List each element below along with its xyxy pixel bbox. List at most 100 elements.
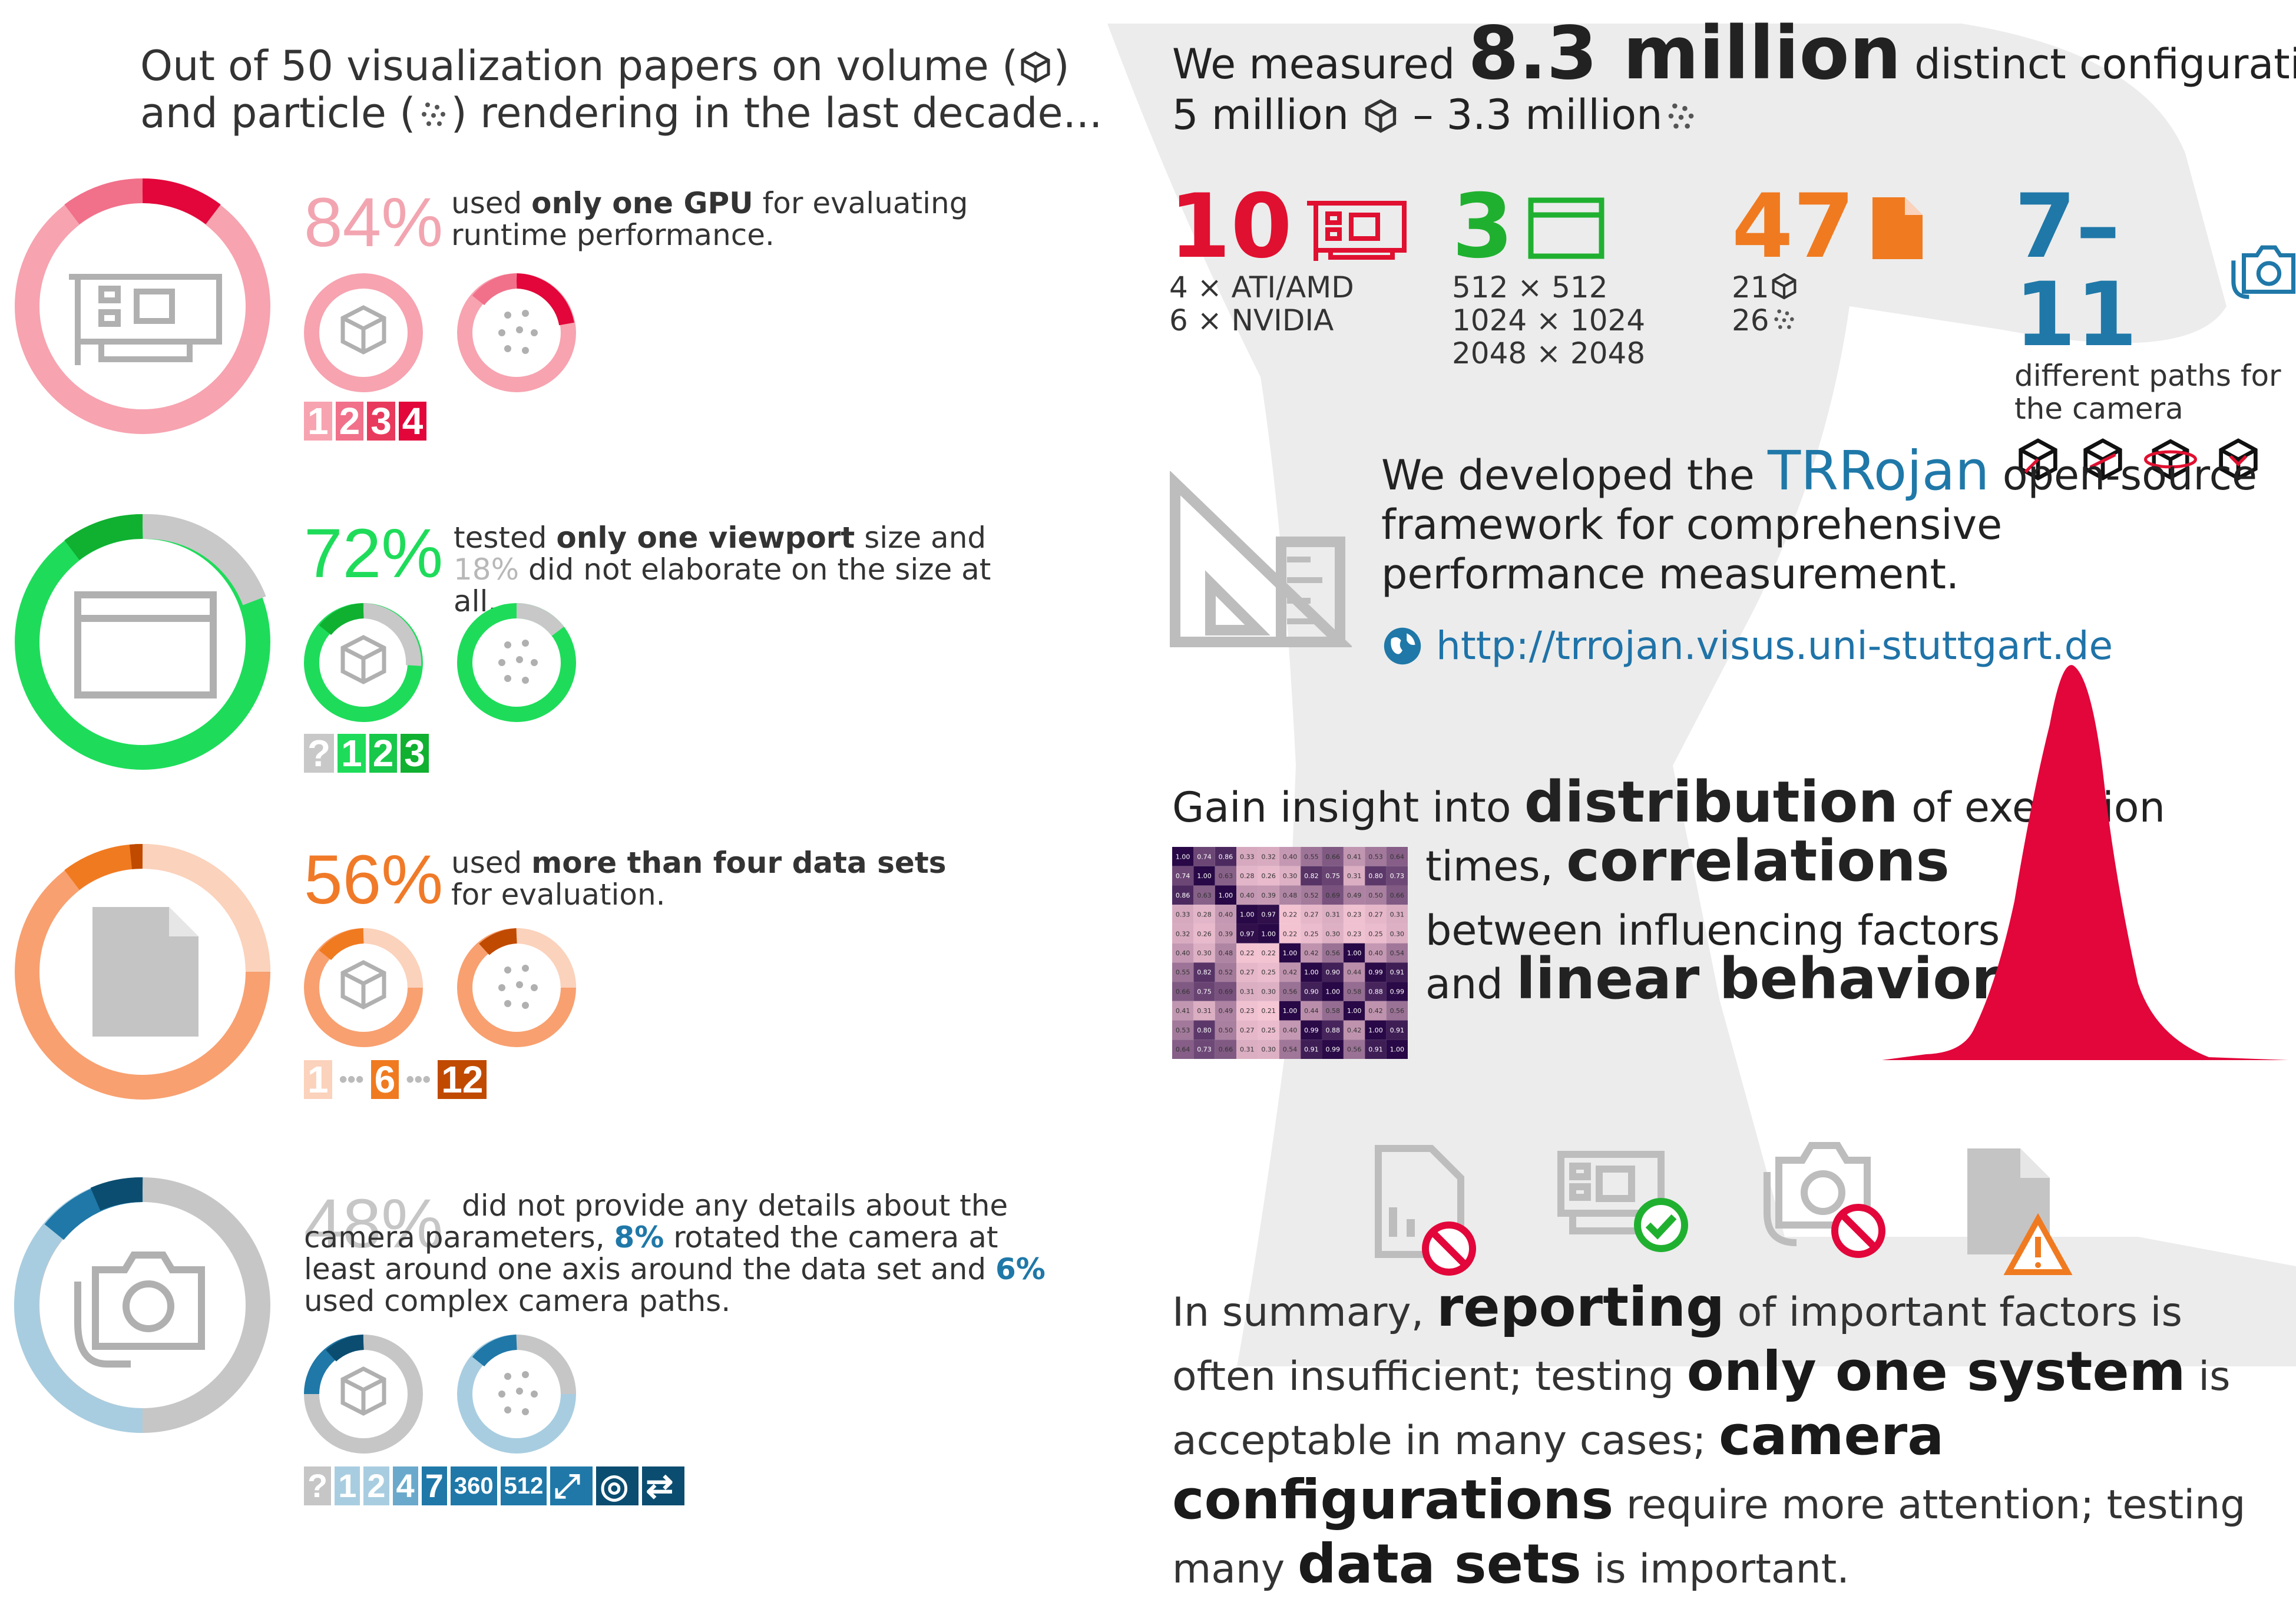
stat-datasets: 47 21 26	[1732, 183, 1926, 337]
heatmap-value: 0.27	[1240, 969, 1255, 976]
heatmap-value: 0.58	[1325, 1007, 1340, 1015]
trrojan-name: TRRojan	[1768, 439, 1990, 502]
datasets-volume-ring	[302, 926, 425, 1052]
heatmap-value: 0.22	[1283, 911, 1298, 919]
heatmap-value: 0.41	[1347, 853, 1362, 860]
heatmap-value: 0.49	[1219, 1007, 1233, 1015]
heatmap-value: 0.55	[1304, 853, 1319, 860]
count-label: 2	[369, 734, 398, 773]
document-icon	[92, 907, 198, 1037]
heatmap-value: 0.97	[1261, 911, 1276, 919]
volume-cube-icon	[1772, 273, 1797, 300]
camera-icon	[2231, 245, 2296, 299]
stat-gpus: 10 4 × ATI/AMD 6 × NVIDIA	[1169, 183, 1410, 337]
summary-bold: only one system	[1686, 1340, 2186, 1403]
heatmap-value: 0.25	[1261, 969, 1276, 976]
heatmap-value: 0.66	[1176, 988, 1190, 995]
stat-camera: 7–11 different paths for the camera	[2014, 183, 2296, 483]
heatmap-value: 1.00	[1347, 1007, 1362, 1015]
summary-bold: data sets	[1297, 1532, 1582, 1595]
head-line2: 5 million	[1172, 91, 1362, 139]
heatmap-value: 0.86	[1176, 892, 1190, 899]
heatmap-value: 0.97	[1240, 930, 1255, 938]
heatmap-value: 0.74	[1176, 872, 1190, 880]
document-warning-icon	[1967, 1148, 2073, 1275]
heatmap-value: 0.21	[1261, 1007, 1276, 1015]
document-chart-no-icon	[1375, 1145, 1476, 1276]
heatmap-value: 0.31	[1390, 911, 1405, 919]
volume-cube-icon	[1365, 99, 1397, 133]
heatmap-value: 0.52	[1304, 892, 1319, 899]
intro-line2: and particle (	[140, 89, 416, 137]
heatmap-value: 0.30	[1261, 988, 1276, 995]
heatmap-value: 0.23	[1347, 911, 1362, 919]
desc-highlight: 8%	[614, 1220, 664, 1254]
count-label: 360	[450, 1466, 497, 1505]
heatmap-value: 1.00	[1368, 1027, 1383, 1034]
heatmap-value: 1.00	[1240, 911, 1255, 919]
heatmap-value: 0.99	[1325, 1046, 1340, 1054]
heatmap-value: 0.40	[1219, 911, 1233, 919]
heatmap-value: 0.66	[1219, 1046, 1233, 1054]
heatmap-value: 0.30	[1197, 949, 1212, 957]
heatmap-value: 0.42	[1304, 949, 1319, 957]
insight-text: times,	[1425, 842, 1567, 890]
heatmap-value: 0.88	[1368, 988, 1383, 995]
heatmap-value: 0.33	[1240, 853, 1255, 860]
ruler-triangle-icon	[1170, 471, 1352, 647]
camera-volume-ring	[302, 1332, 425, 1458]
count-label: 12	[438, 1060, 487, 1099]
globe-icon	[1384, 627, 1421, 665]
path-icon: ⇄	[642, 1466, 685, 1505]
viewport-percent: 72%	[304, 515, 444, 592]
framework-text-pre: We developed the	[1381, 451, 1768, 499]
heatmap-value: 0.90	[1304, 988, 1319, 995]
stat-number: 3	[1452, 176, 1514, 278]
head-text: distinct configurations:	[1914, 40, 2296, 88]
datasets-count-row: 1 ••• 6 ••• 12	[304, 1060, 487, 1099]
heatmap-value: 1.00	[1347, 949, 1362, 957]
heatmap-value: 0.26	[1261, 872, 1276, 880]
particle-icon	[421, 102, 445, 126]
gpu-percent: 84%	[304, 184, 444, 261]
camera-ring-chart	[13, 1176, 272, 1435]
heatmap-value: 0.40	[1176, 949, 1190, 957]
count-label: 4	[392, 1466, 418, 1505]
heatmap-value: 0.31	[1325, 911, 1340, 919]
count-label: 3	[367, 402, 395, 441]
heatmap-value: 0.32	[1176, 930, 1190, 938]
heatmap-value: 0.30	[1325, 930, 1340, 938]
heatmap-value: 0.56	[1390, 1007, 1405, 1015]
particle-icon	[1669, 103, 1694, 129]
heatmap-value: 0.52	[1219, 969, 1233, 976]
orbit-icon: ◎	[596, 1466, 639, 1505]
heatmap-value: 0.75	[1325, 872, 1340, 880]
heatmap-value: 0.48	[1283, 892, 1298, 899]
heatmap-value: 0.28	[1197, 911, 1212, 919]
heatmap-value: 0.41	[1176, 1007, 1190, 1015]
heatmap-value: 0.40	[1368, 949, 1383, 957]
stat-detail: 21 26	[1732, 271, 1926, 337]
camera-icon	[74, 1252, 205, 1368]
stat-detail-volume: 21	[1732, 270, 1769, 304]
stat-detail: 512 × 512 1024 × 1024 2048 × 2048	[1452, 270, 1646, 370]
viewport-count-row: ? 1 2 3	[304, 734, 429, 773]
heatmap-value: 1.00	[1325, 988, 1340, 995]
desc-grey: 18%	[454, 552, 520, 587]
stat-detail: different paths for the camera	[2014, 359, 2281, 426]
heatmap-value: 0.40	[1240, 892, 1255, 899]
heatmap-value: 0.58	[1347, 988, 1362, 995]
particle-icon	[1774, 309, 1794, 329]
heatmap-value: 0.54	[1390, 949, 1405, 957]
document-icon	[1872, 197, 1923, 259]
heatmap-value: 1.00	[1283, 949, 1298, 957]
heatmap-value: 0.75	[1197, 988, 1212, 995]
gpu-card-icon	[1306, 201, 1407, 261]
datasets-description: used more than four data sets for evalua…	[451, 847, 981, 911]
count-label: 7	[421, 1466, 447, 1505]
heatmap-value: 0.31	[1197, 1007, 1212, 1015]
heatmap-value: 1.00	[1197, 872, 1212, 880]
heatmap-value: 0.54	[1283, 1046, 1298, 1054]
heatmap-value: 0.31	[1347, 872, 1362, 880]
heatmap-value: 0.53	[1368, 853, 1383, 860]
